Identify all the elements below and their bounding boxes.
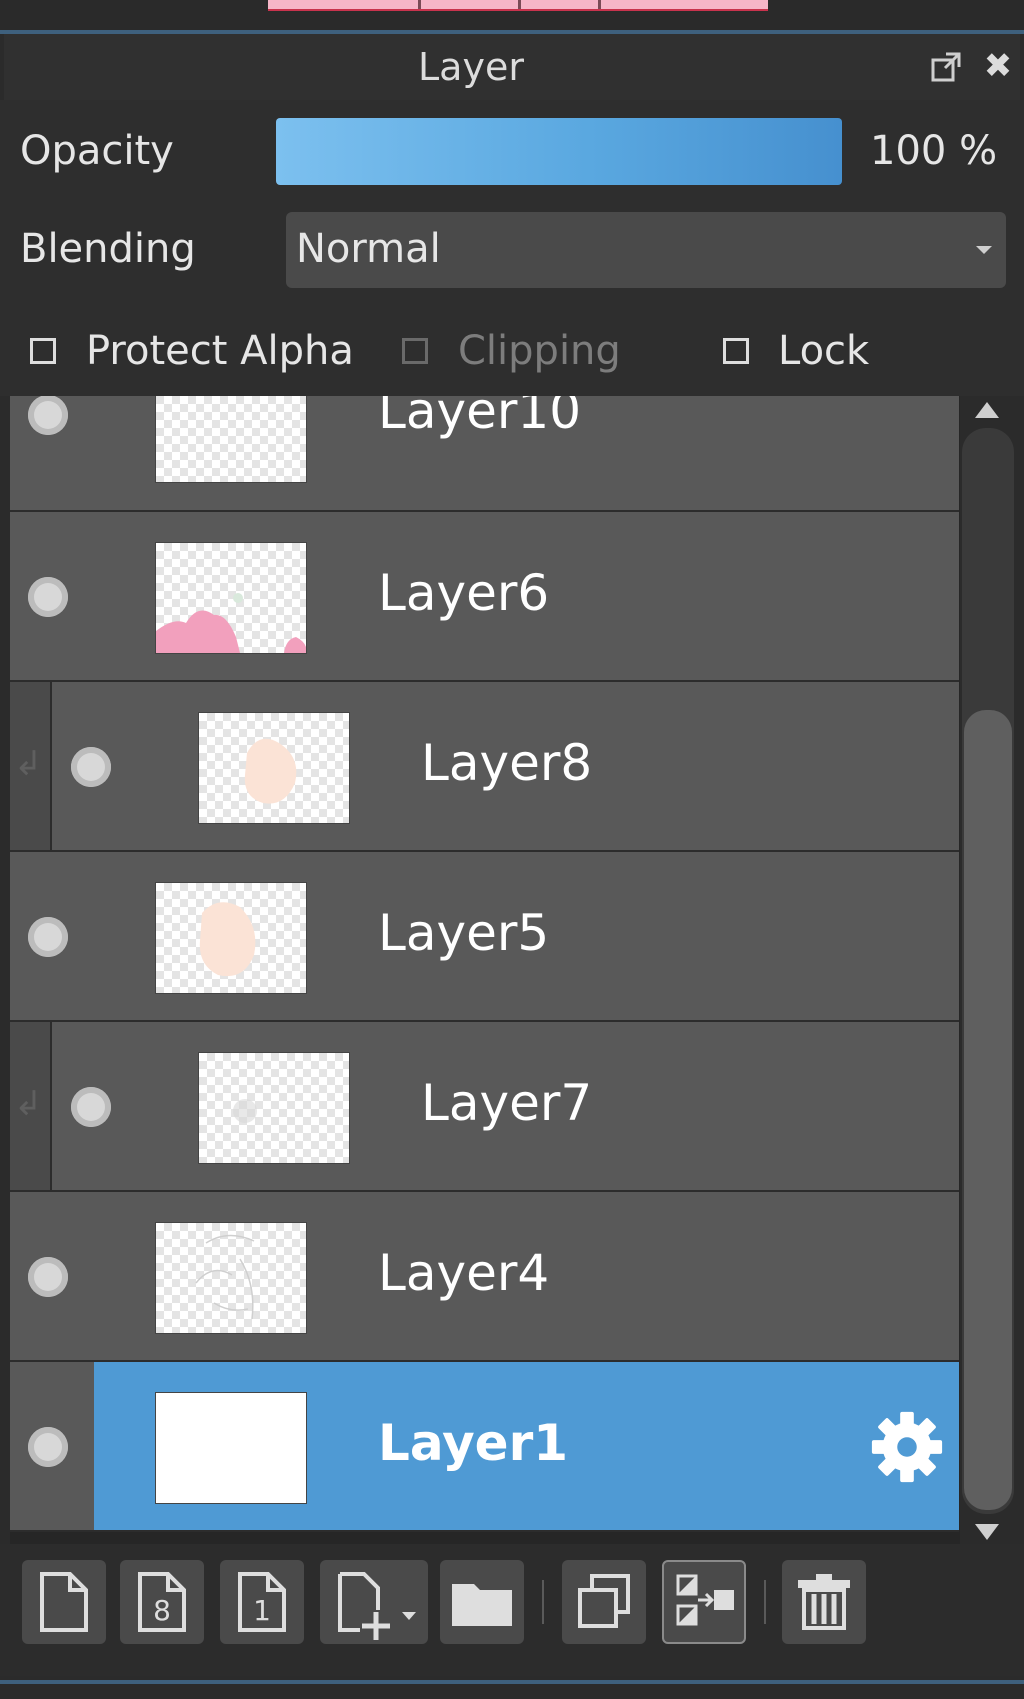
folder-icon	[452, 1584, 512, 1626]
clipping-indicator: ↲	[10, 1022, 52, 1190]
new-1bit-layer-icon: 1	[238, 1572, 286, 1632]
layer-name: Layer10	[378, 396, 582, 440]
new-layer-button[interactable]	[22, 1560, 106, 1644]
blending-value: Normal	[296, 226, 441, 272]
lock-checkbox[interactable]	[723, 338, 749, 364]
popout-icon[interactable]	[930, 51, 962, 83]
layer-name: Layer5	[378, 904, 550, 962]
gear-icon[interactable]	[868, 1408, 946, 1486]
opacity-value: 100 %	[870, 128, 998, 174]
clip-arrow-icon: ↲	[14, 744, 43, 784]
scroll-up-icon[interactable]	[975, 402, 999, 418]
visibility-eye-icon[interactable]	[28, 1427, 68, 1467]
scrollbar-thumb[interactable]	[964, 710, 1012, 1510]
layer-thumbnail	[155, 542, 307, 654]
layer-row[interactable]: Layer6	[10, 512, 959, 682]
add-layer-menu-icon	[338, 1572, 416, 1640]
layer-thumbnail	[155, 1392, 307, 1504]
merge-down-button[interactable]	[662, 1560, 746, 1644]
new-8bit-layer-button[interactable]: 8	[120, 1560, 204, 1644]
layer-name: Layer4	[378, 1244, 550, 1302]
protect-alpha-label: Protect Alpha	[86, 328, 354, 374]
layer-thumbnail	[155, 396, 307, 483]
opacity-slider[interactable]	[276, 118, 842, 185]
clipping-label: Clipping	[458, 328, 621, 374]
lock-label: Lock	[778, 328, 870, 374]
svg-text:8: 8	[153, 1594, 171, 1627]
duplicate-icon	[578, 1574, 630, 1628]
duplicate-layer-button[interactable]	[562, 1560, 646, 1644]
opacity-label: Opacity	[20, 128, 174, 174]
new-layer-icon	[40, 1572, 88, 1632]
visibility-eye-icon[interactable]	[28, 1257, 68, 1297]
layer-thumbnail	[198, 712, 350, 824]
blending-select[interactable]: Normal	[286, 212, 1006, 288]
new-1bit-layer-button[interactable]: 1	[220, 1560, 304, 1644]
svg-text:1: 1	[253, 1594, 271, 1627]
layer-toolbar: 8 1	[0, 1544, 1024, 1676]
canvas-preview	[268, 0, 768, 11]
layer-thumbnail	[155, 1222, 307, 1334]
layer-thumbnail	[198, 1052, 350, 1164]
layer-thumbnail	[155, 882, 307, 994]
layer-name: Layer8	[421, 734, 593, 792]
layer-name: Layer1	[378, 1414, 569, 1472]
toolbar-separator	[764, 1580, 766, 1624]
protect-alpha-checkbox[interactable]	[30, 338, 56, 364]
layer-name: Layer7	[421, 1074, 593, 1132]
layer-row[interactable]: Layer4	[10, 1192, 959, 1362]
layer-row[interactable]: ↲ Layer8	[10, 682, 959, 852]
clipping-indicator: ↲	[10, 682, 52, 850]
scroll-down-icon[interactable]	[975, 1524, 999, 1540]
toolbar-separator	[542, 1580, 544, 1624]
layer-name: Layer6	[378, 564, 550, 622]
visibility-eye-icon[interactable]	[71, 747, 111, 787]
panel-bottom-border	[0, 1680, 1024, 1699]
new-folder-button[interactable]	[440, 1560, 524, 1644]
trash-icon	[798, 1574, 850, 1630]
clipping-checkbox[interactable]	[402, 338, 428, 364]
panel-title: Layer	[418, 45, 524, 89]
visibility-eye-icon[interactable]	[28, 396, 68, 435]
new-8bit-layer-icon: 8	[138, 1572, 186, 1632]
layer-row[interactable]: Layer10	[10, 396, 959, 512]
layer-list: Layer10 Layer6 ↲ Layer8 Layer5 ↲ Layer7 …	[10, 396, 960, 1544]
chevron-down-icon	[976, 246, 992, 254]
layer-row[interactable]: Layer5	[10, 852, 959, 1022]
add-layer-menu-button[interactable]	[320, 1560, 428, 1644]
merge-down-icon	[676, 1574, 734, 1626]
delete-layer-button[interactable]	[782, 1560, 866, 1644]
visibility-eye-icon[interactable]	[28, 577, 68, 617]
close-icon[interactable]: ✖	[980, 48, 1016, 84]
blending-label: Blending	[20, 226, 196, 272]
visibility-eye-icon[interactable]	[28, 917, 68, 957]
layer-row-selected[interactable]: Layer1	[10, 1362, 959, 1532]
layer-row[interactable]: ↲ Layer7	[10, 1022, 959, 1192]
visibility-eye-icon[interactable]	[71, 1087, 111, 1127]
panel-titlebar: Layer ✖	[4, 34, 1020, 100]
clip-arrow-icon: ↲	[14, 1084, 43, 1124]
